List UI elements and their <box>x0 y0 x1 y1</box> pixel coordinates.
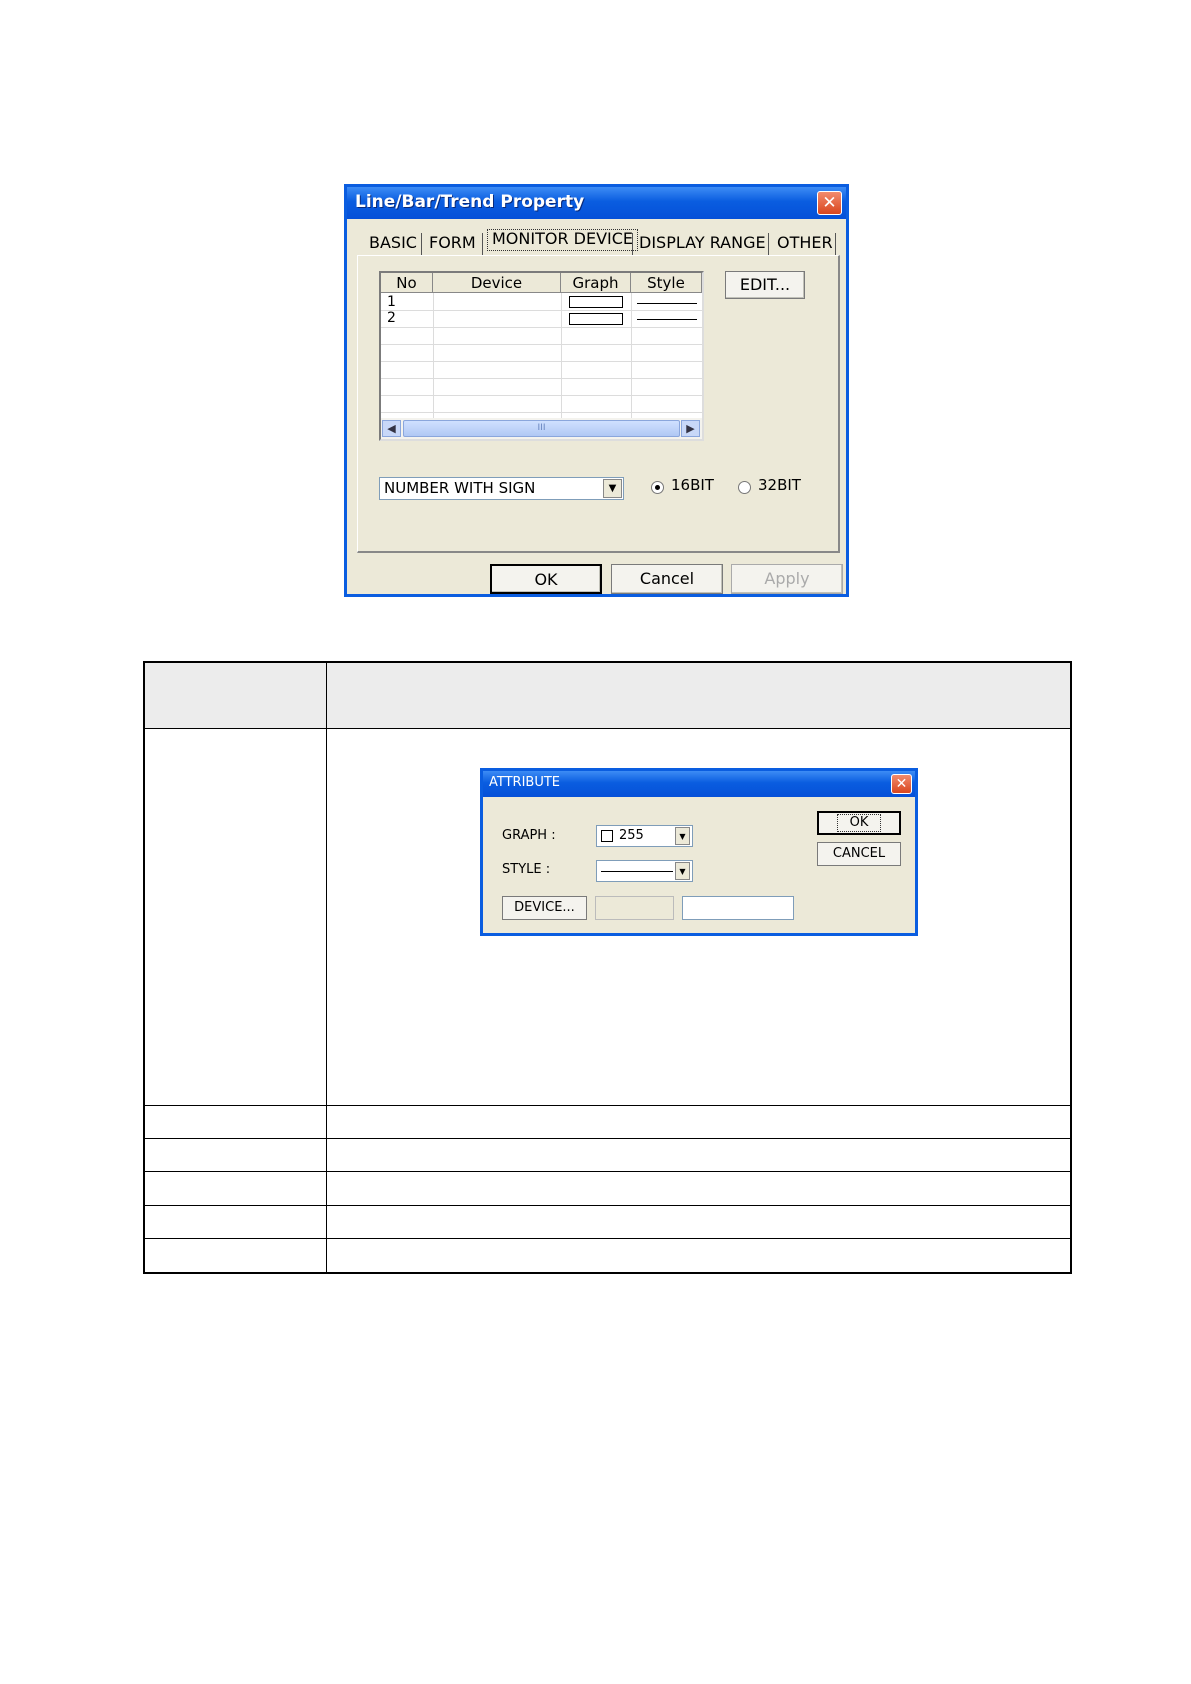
graph-swatch[interactable] <box>569 313 623 325</box>
tab-monitor-device[interactable]: MONITOR DEVICE <box>487 229 639 251</box>
radio-16bit-label[interactable]: 16BIT <box>671 476 714 494</box>
grid-line <box>631 293 632 418</box>
chevron-down-icon[interactable]: ▼ <box>675 862 690 880</box>
table-row <box>145 1171 1070 1172</box>
table-column-divider <box>326 663 327 1272</box>
device-display-field <box>595 896 674 920</box>
attribute-ok-button[interactable]: OK <box>817 811 901 835</box>
column-header-device[interactable]: Device <box>433 273 561 293</box>
cancel-button[interactable]: Cancel <box>611 564 723 594</box>
attribute-dialog: ATTRIBUTE ✕ GRAPH : 255 ▼ STYLE : ▼ DEVI… <box>480 768 918 936</box>
scroll-left-icon[interactable]: ◀ <box>382 420 401 437</box>
attribute-ok-label: OK <box>836 814 882 832</box>
grid-line <box>433 293 434 418</box>
tab-basic[interactable]: BASIC <box>369 231 417 255</box>
apply-button[interactable]: Apply <box>731 564 843 594</box>
style-label: STYLE : <box>502 862 551 877</box>
graph-label: GRAPH : <box>502 828 556 843</box>
column-header-no[interactable]: No <box>381 273 433 293</box>
graph-select[interactable]: 255 ▼ <box>596 825 693 847</box>
attribute-title-bar[interactable]: ATTRIBUTE ✕ <box>483 771 915 797</box>
style-select[interactable]: ▼ <box>596 860 693 882</box>
radio-32bit-label[interactable]: 32BIT <box>758 476 801 494</box>
tab-display-range[interactable]: DISPLAY RANGE <box>639 231 766 255</box>
grid-line <box>381 344 702 345</box>
table-row-number[interactable]: 1 <box>387 295 396 310</box>
tab-separator <box>835 233 836 255</box>
style-line-sample[interactable] <box>637 319 697 320</box>
monitor-device-grid[interactable]: No Device Graph Style 1 2 ◀ III ▶ <box>379 271 704 441</box>
attribute-title: ATTRIBUTE <box>489 775 560 790</box>
grid-line <box>381 327 702 328</box>
column-header-graph[interactable]: Graph <box>561 273 631 293</box>
tab-separator <box>632 233 633 255</box>
tab-separator <box>768 233 769 255</box>
grid-line <box>561 293 562 418</box>
table-header-row <box>145 663 1070 729</box>
grid-line <box>381 412 702 413</box>
color-swatch <box>601 830 613 842</box>
graph-swatch[interactable] <box>569 296 623 308</box>
table-row <box>145 1138 1070 1139</box>
close-icon[interactable]: ✕ <box>891 774 912 794</box>
ok-button[interactable]: OK <box>490 564 602 594</box>
attribute-cancel-button[interactable]: CANCEL <box>817 842 901 866</box>
table-row <box>145 1105 1070 1106</box>
tab-form[interactable]: FORM <box>429 231 476 255</box>
tab-separator <box>421 233 422 255</box>
dialog-title: Line/Bar/Trend Property <box>355 192 585 212</box>
grid-line <box>381 395 702 396</box>
column-header-style[interactable]: Style <box>631 273 702 293</box>
grid-line <box>381 378 702 379</box>
radio-16bit[interactable] <box>651 481 664 494</box>
grid-line <box>381 310 702 311</box>
radio-selected-dot <box>655 485 660 490</box>
horizontal-scrollbar[interactable]: ◀ III ▶ <box>381 418 702 439</box>
description-table <box>143 661 1072 1274</box>
style-line-sample <box>601 871 673 872</box>
scroll-thumb[interactable]: III <box>403 420 680 437</box>
tab-separator <box>482 233 483 255</box>
number-format-value: NUMBER WITH SIGN <box>384 479 536 497</box>
table-row <box>145 1205 1070 1206</box>
number-format-select[interactable]: NUMBER WITH SIGN ▼ <box>379 477 624 500</box>
tab-other[interactable]: OTHER <box>777 231 833 255</box>
close-icon[interactable]: ✕ <box>817 191 842 215</box>
chevron-down-icon[interactable]: ▼ <box>603 479 622 498</box>
line-bar-trend-property-dialog: Line/Bar/Trend Property ✕ BASIC FORM MON… <box>344 184 849 597</box>
dialog-title-bar[interactable]: Line/Bar/Trend Property ✕ <box>347 187 846 219</box>
radio-32bit[interactable] <box>738 481 751 494</box>
chevron-down-icon[interactable]: ▼ <box>675 827 690 845</box>
table-row-number[interactable]: 2 <box>387 311 396 326</box>
graph-value: 255 <box>619 828 644 843</box>
grid-line <box>381 361 702 362</box>
device-input[interactable] <box>682 896 794 920</box>
scroll-right-icon[interactable]: ▶ <box>681 420 700 437</box>
device-button[interactable]: DEVICE... <box>502 896 587 920</box>
style-line-sample[interactable] <box>637 303 697 304</box>
edit-button[interactable]: EDIT... <box>725 271 805 299</box>
table-row <box>145 1238 1070 1239</box>
